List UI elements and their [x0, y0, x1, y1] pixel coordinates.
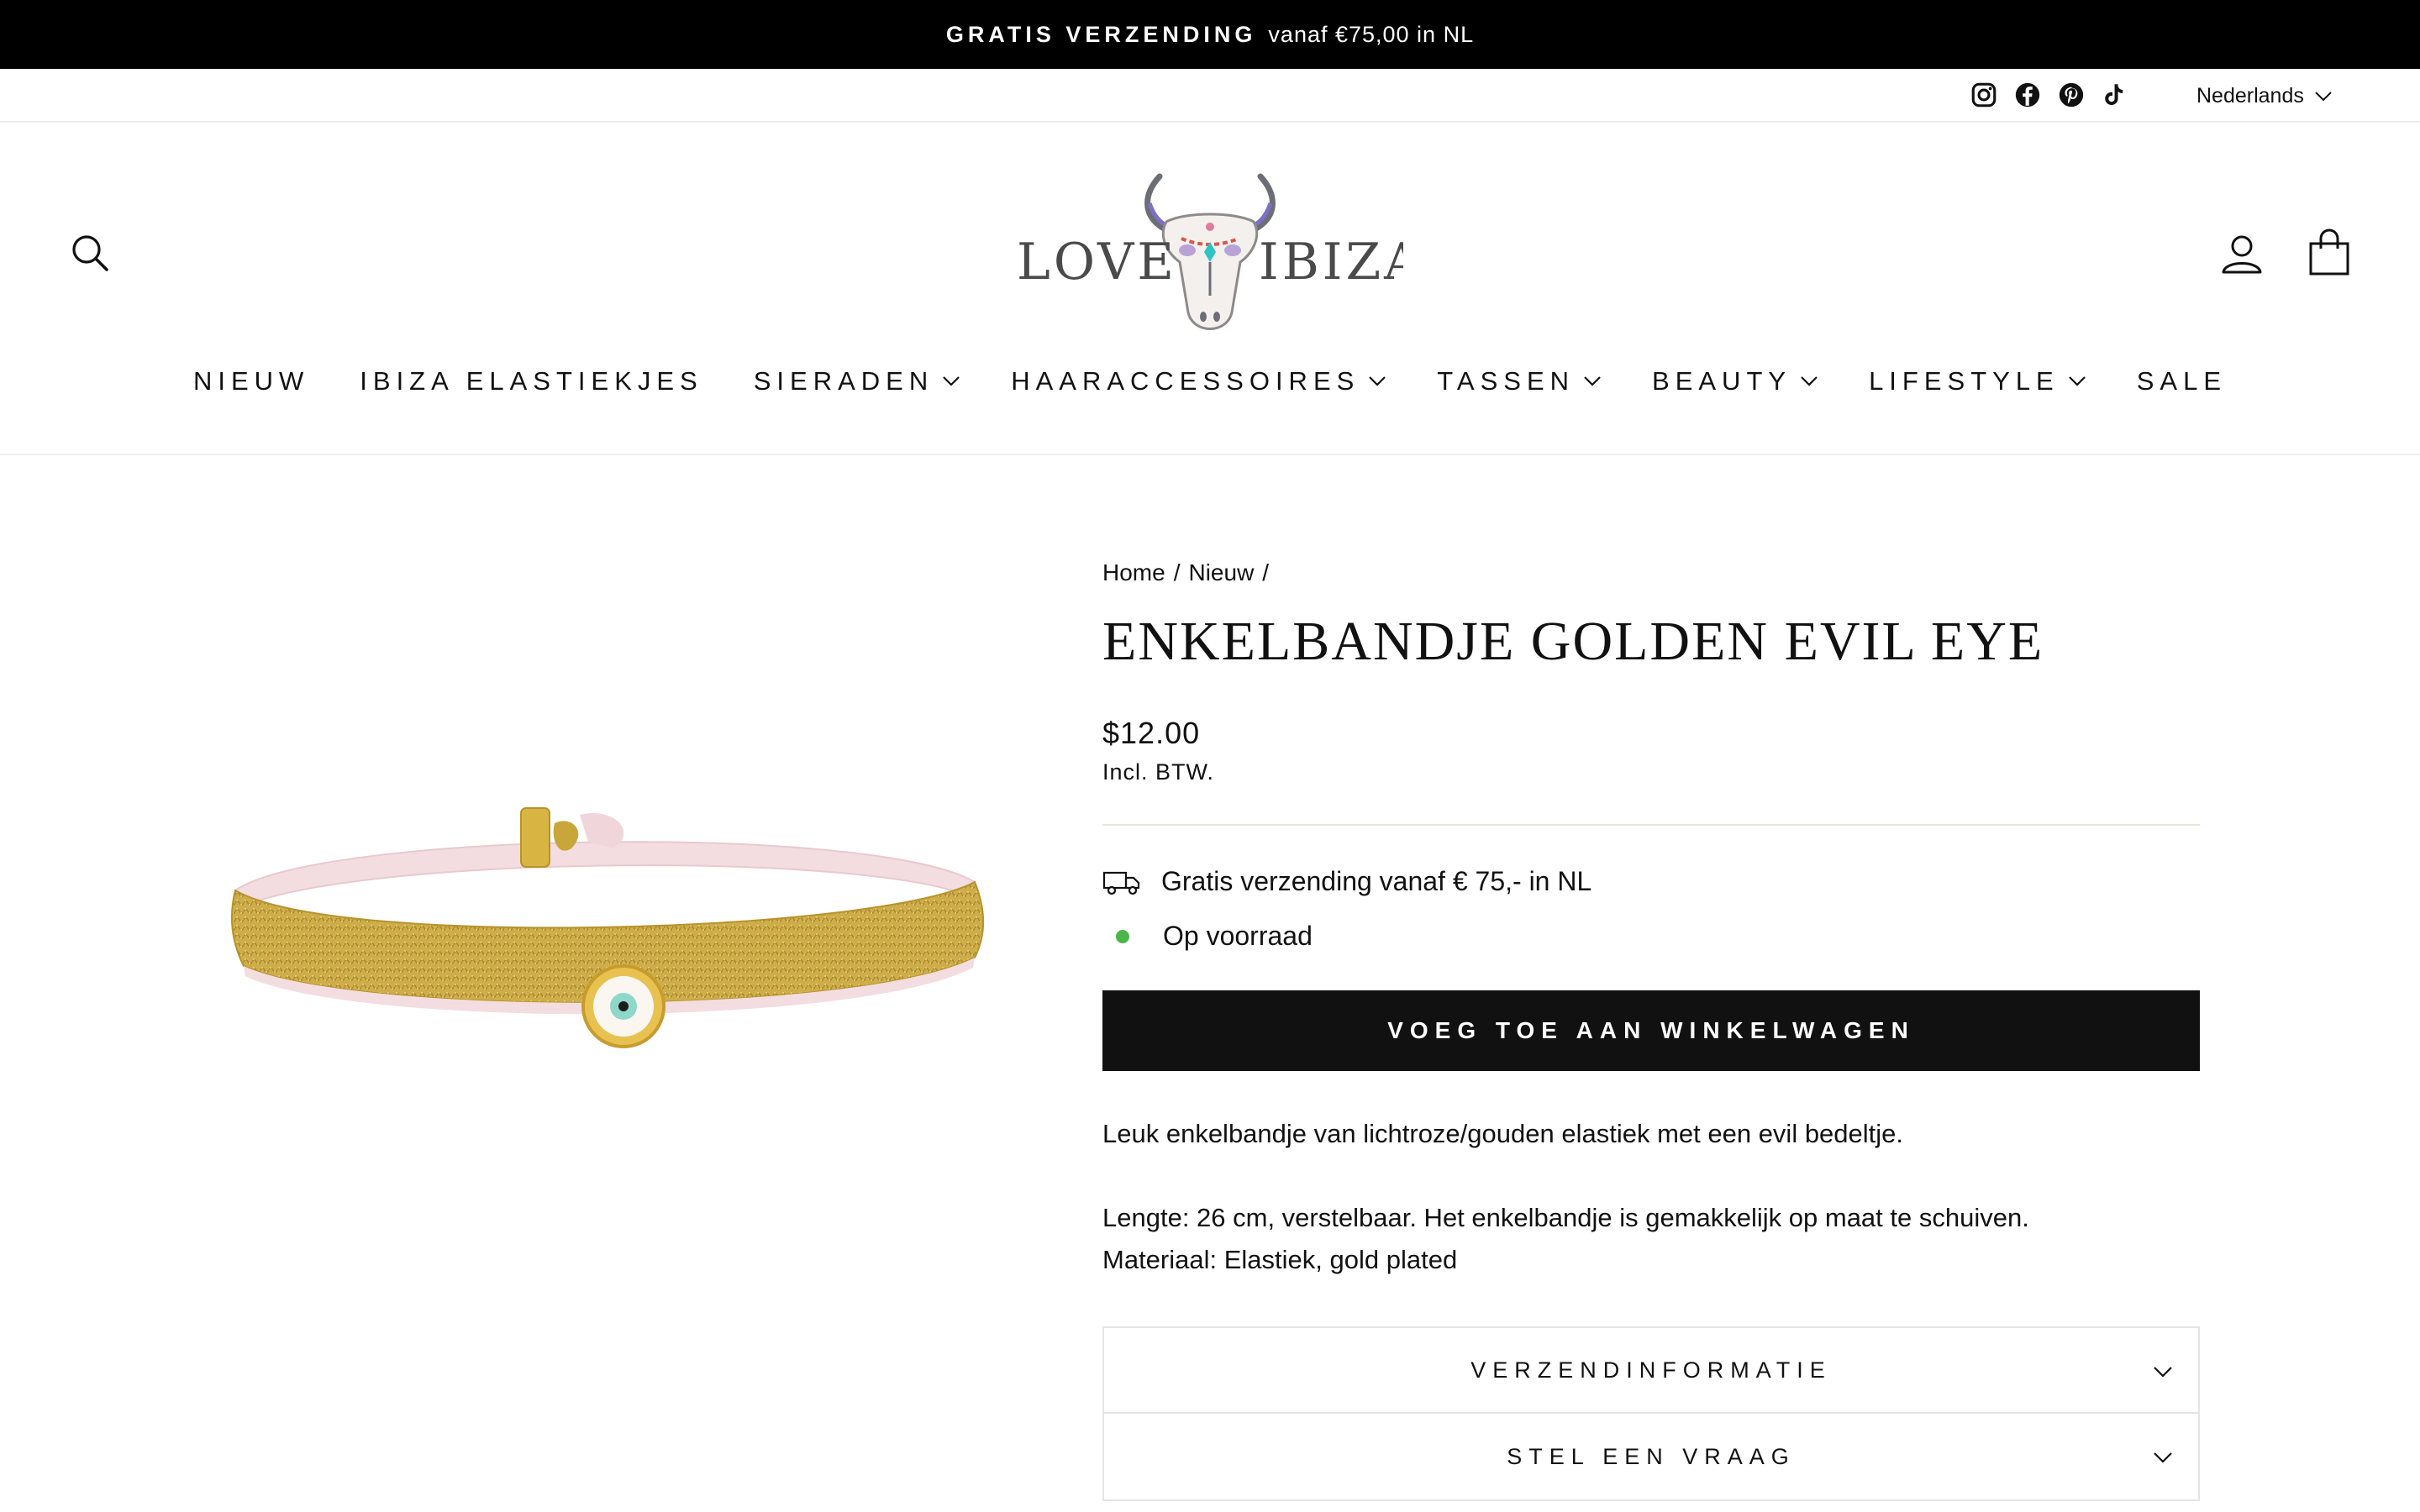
nav-item-ibiza-elastiekjes[interactable]: IBIZA ELASTIEKJES [360, 366, 702, 396]
social-links [1970, 81, 2129, 109]
chevron-down-icon [2154, 1452, 2172, 1463]
product-price: $12.00 [1102, 716, 1201, 750]
product-image[interactable] [218, 790, 992, 1142]
shipping-info: Gratis verzending vanaf € 75,- in NL [1102, 866, 2200, 897]
in-stock-dot-icon [1116, 929, 1129, 943]
nav-item-sieraden[interactable]: SIERADEN [754, 366, 960, 396]
chevron-down-icon [943, 376, 960, 386]
description-material: Materiaal: Elastiek, gold plated [1102, 1245, 1458, 1274]
breadcrumb-separator: / [1262, 559, 1270, 585]
nav-item-lifestyle[interactable]: LIFESTYLE [1869, 366, 2086, 396]
product-description: Leuk enkelbandje van lichtroze/gouden el… [1102, 1113, 2200, 1281]
nav-label: NIEUW [192, 366, 310, 396]
facebook-icon[interactable] [2013, 81, 2042, 109]
add-to-cart-button[interactable]: VOEG TOE AAN WINKELWAGEN [1102, 990, 2200, 1071]
language-selector[interactable]: Nederlands [2196, 84, 2333, 108]
anklet-image [230, 807, 985, 1048]
description-intro: Leuk enkelbandje van lichtroze/gouden el… [1102, 1119, 1904, 1148]
chevron-down-icon [2315, 91, 2332, 101]
nav-label: BEAUTY [1652, 366, 1792, 396]
instagram-icon[interactable] [1970, 81, 1998, 109]
accordion-label: STEL EEN VRAAG [1507, 1443, 1796, 1469]
nav-item-haaraccessoires[interactable]: HAARACCESSOIRES [1011, 366, 1386, 396]
logo-text-right: IBIZA [1259, 233, 1403, 291]
pinterest-icon[interactable] [2057, 81, 2086, 109]
nav-label: TASSEN [1437, 366, 1576, 396]
chevron-down-icon [2068, 376, 2086, 386]
nav-label: SALE [2136, 366, 2228, 396]
chevron-down-icon [1801, 376, 1818, 386]
main-nav: NIEUW IBIZA ELASTIEKJES SIERADEN HAARACC… [0, 366, 2420, 396]
nav-label: SIERADEN [753, 366, 934, 396]
tax-note: Incl. BTW. [1102, 759, 1215, 785]
breadcrumb-nieuw[interactable]: Nieuw [1188, 559, 1254, 586]
announcement-text: vanaf €75,00 in NL [1268, 21, 1475, 47]
nav-label: IBIZA ELASTIEKJES [360, 366, 703, 396]
stock-status: Op voorraad [1102, 921, 2200, 952]
announcement-bold: GRATIS VERZENDING [945, 21, 1257, 47]
site-logo[interactable]: LOVE IBIZA [1017, 170, 1421, 346]
tiktok-icon[interactable] [2101, 81, 2129, 109]
bull-skull-logo-icon: LOVE IBIZA [1017, 173, 1421, 330]
site-header: LOVE IBIZA NIEUW IBIZA ELASTIEKJES SIERA… [0, 123, 2420, 455]
breadcrumb-separator: / [1173, 559, 1181, 585]
chevron-down-icon [1369, 376, 1386, 386]
accordion-label: VERZENDINFORMATIE [1470, 1357, 1832, 1383]
divider [1102, 824, 2200, 826]
nav-item-tassen[interactable]: TASSEN [1437, 366, 1602, 396]
breadcrumb: Home / Nieuw / [1102, 559, 2200, 586]
utility-bar: Nederlands [0, 69, 2420, 123]
truck-icon [1102, 871, 1140, 895]
cart-icon[interactable] [2307, 228, 2351, 276]
nav-item-nieuw[interactable]: NIEUW [193, 366, 309, 396]
product-info: Home / Nieuw / ENKELBANDJE GOLDEN EVIL E… [1102, 559, 2200, 1501]
chevron-down-icon [1584, 376, 1601, 386]
chevron-down-icon [2154, 1367, 2172, 1378]
logo-text-left: LOVE [1017, 233, 1177, 291]
nav-label: HAARACCESSOIRES [1011, 366, 1360, 396]
nav-label: LIFESTYLE [1869, 366, 2060, 396]
breadcrumb-home[interactable]: Home [1102, 559, 1165, 586]
product-title: ENKELBANDJE GOLDEN EVIL EYE [1102, 611, 2044, 672]
nav-item-sale[interactable]: SALE [2137, 366, 2227, 396]
search-icon[interactable] [69, 232, 111, 274]
stock-text: Op voorraad [1163, 921, 1313, 951]
description-length: Lengte: 26 cm, verstelbaar. Het enkelban… [1102, 1203, 2029, 1232]
shipping-text: Gratis verzending vanaf € 75,- in NL [1161, 866, 1592, 896]
nav-item-beauty[interactable]: BEAUTY [1652, 366, 1818, 396]
account-icon[interactable] [2220, 232, 2264, 276]
language-label: Nederlands [2196, 84, 2304, 108]
announcement-bar: GRATIS VERZENDING vanaf €75,00 in NL [0, 0, 2420, 69]
accordion-stel-een-vraag[interactable]: STEL EEN VRAAG [1102, 1414, 2200, 1501]
accordion-verzendinformatie[interactable]: VERZENDINFORMATIE [1102, 1326, 2200, 1414]
